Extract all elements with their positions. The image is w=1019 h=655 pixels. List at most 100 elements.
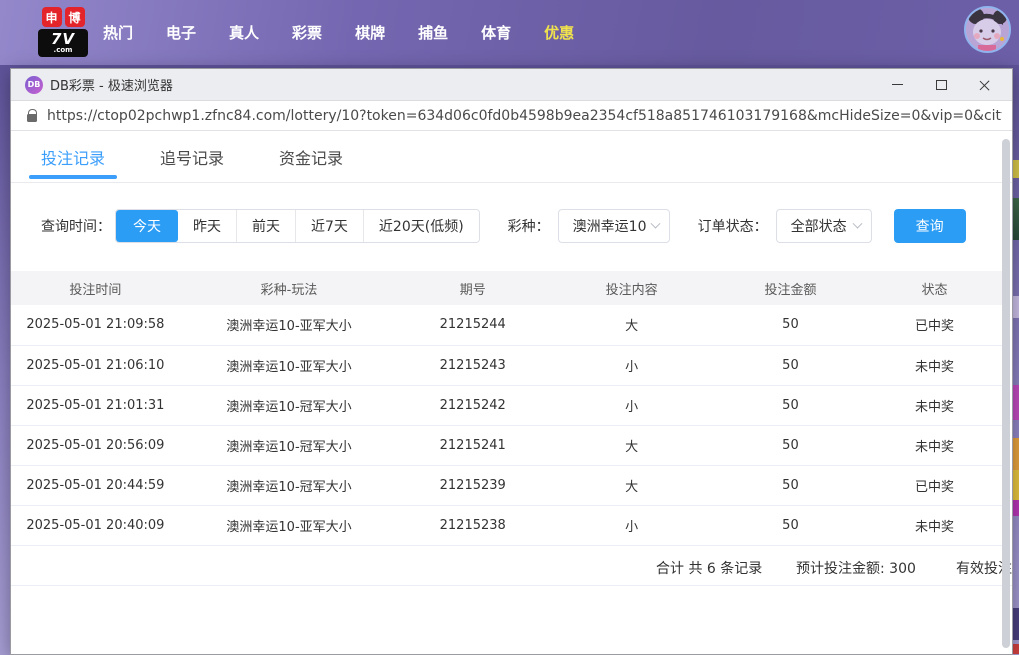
logo-brand-suffix: .com xyxy=(53,46,73,54)
address-bar[interactable]: https://ctop02pchwp1.zfnc84.com/lottery/… xyxy=(11,101,1012,131)
minimize-icon xyxy=(891,84,903,85)
col-bet-time: 投注时间 xyxy=(11,271,180,305)
lock-icon xyxy=(27,108,37,122)
amount-cell: 50 xyxy=(715,305,865,346)
backdrop-sliver xyxy=(1013,160,1019,178)
table-row: 2025-05-01 20:56:09 澳洲幸运10-冠军大小 21215241… xyxy=(11,425,1004,466)
chevron-down-icon xyxy=(650,218,661,229)
site-top-nav: 申 博 7V .com 热门 电子 真人 彩票 棋牌 捕鱼 体育 优惠 xyxy=(0,0,1019,65)
amount-cell: 50 xyxy=(715,505,865,546)
table-row: 2025-05-01 20:44:59 澳洲幸运10-冠军大小 21215239… xyxy=(11,465,1004,506)
time-option-7days[interactable]: 近7天 xyxy=(295,210,363,242)
db-favicon-icon: DB xyxy=(25,75,43,94)
col-status: 状态 xyxy=(864,271,1004,305)
nav-item-sports[interactable]: 体育 xyxy=(481,22,511,43)
tab-bet-records[interactable]: 投注记录 xyxy=(28,131,118,182)
bet-time-cell: 2025-05-01 20:44:59 xyxy=(11,465,180,506)
play-type-cell: 澳洲幸运10-亚军大小 xyxy=(179,345,399,386)
backdrop-sliver xyxy=(1013,385,1019,420)
content-cell: 小 xyxy=(547,345,716,386)
nav-item-cards[interactable]: 棋牌 xyxy=(355,22,385,43)
user-avatar[interactable] xyxy=(964,6,1011,53)
browser-window: DB DB彩票 - 极速浏览器 https://ctop02pchwp1.zfn… xyxy=(10,68,1013,655)
vertical-scrollbar[interactable] xyxy=(1002,139,1010,648)
bet-records-table: 投注时间 彩种-玩法 期号 投注内容 投注金额 状态 2025-05-01 21… xyxy=(11,271,1004,546)
logo-brand: 7V xyxy=(50,30,76,48)
play-type-cell: 澳洲幸运10-亚军大小 xyxy=(179,305,399,346)
col-amount: 投注金额 xyxy=(715,271,865,305)
backdrop-sliver xyxy=(1013,198,1019,240)
time-option-20days[interactable]: 近20天(低频) xyxy=(362,210,479,242)
tab-fund-records[interactable]: 资金记录 xyxy=(279,131,343,182)
amount-cell: 50 xyxy=(715,425,865,466)
amount-cell: 50 xyxy=(715,465,865,506)
filter-bar: 查询时间： 今天 昨天 前天 近7天 近20天(低频) 彩种： 澳洲幸运10 订… xyxy=(11,209,1012,243)
time-filter-label: 查询时间： xyxy=(41,219,111,235)
maximize-button[interactable] xyxy=(934,78,948,92)
site-nav-items: 热门 电子 真人 彩票 棋牌 捕鱼 体育 优惠 xyxy=(103,0,574,65)
amount-cell: 50 xyxy=(715,345,865,386)
chevron-down-icon xyxy=(852,218,863,229)
play-type-cell: 澳洲幸运10-亚军大小 xyxy=(179,505,399,546)
url-text[interactable]: https://ctop02pchwp1.zfnc84.com/lottery/… xyxy=(47,108,1002,124)
logo-brand-box: 7V .com xyxy=(38,29,88,57)
status-cell: 未中奖 xyxy=(864,425,1004,466)
play-type-cell: 澳洲幸运10-冠军大小 xyxy=(179,465,399,506)
site-logo[interactable]: 申 博 7V .com xyxy=(38,7,88,57)
issue-cell: 21215238 xyxy=(398,505,548,546)
time-option-day-before[interactable]: 前天 xyxy=(236,210,295,242)
time-option-today[interactable]: 今天 xyxy=(116,210,178,242)
time-option-yesterday[interactable]: 昨天 xyxy=(178,210,236,242)
status-cell: 未中奖 xyxy=(864,345,1004,386)
backdrop-sliver xyxy=(1013,644,1019,654)
minimize-button[interactable] xyxy=(890,78,904,92)
backdrop-sliver xyxy=(1013,296,1019,318)
backdrop-sliver xyxy=(1013,500,1019,516)
backdrop-sliver xyxy=(1013,438,1019,470)
lottery-filter-label: 彩种： xyxy=(507,219,550,235)
issue-cell: 21215241 xyxy=(398,425,548,466)
content-cell: 小 xyxy=(547,385,716,426)
nav-item-fishing[interactable]: 捕鱼 xyxy=(418,22,448,43)
backdrop-sliver xyxy=(1013,608,1019,640)
table-row: 2025-05-01 21:06:10 澳洲幸运10-亚军大小 21215243… xyxy=(11,345,1004,386)
nav-item-promo[interactable]: 优惠 xyxy=(544,22,574,43)
table-row: 2025-05-01 20:40:09 澳洲幸运10-亚军大小 21215238… xyxy=(11,505,1004,546)
backdrop-sliver xyxy=(1013,470,1019,500)
status-cell: 未中奖 xyxy=(864,385,1004,426)
bet-time-cell: 2025-05-01 21:06:10 xyxy=(11,345,180,386)
summary-total: 合计 共 6 条记录 xyxy=(656,560,763,577)
nav-item-slots[interactable]: 电子 xyxy=(166,22,196,43)
close-button[interactable] xyxy=(978,78,992,92)
order-status-value: 全部状态 xyxy=(790,219,847,235)
logo-square-2: 博 xyxy=(64,7,85,27)
play-type-cell: 澳洲幸运10-冠军大小 xyxy=(179,385,399,426)
col-play-type: 彩种-玩法 xyxy=(179,271,399,305)
tab-chase-records[interactable]: 追号记录 xyxy=(160,131,224,182)
table-row: 2025-05-01 21:01:31 澳洲幸运10-冠军大小 21215242… xyxy=(11,385,1004,426)
col-content: 投注内容 xyxy=(547,271,716,305)
window-titlebar[interactable]: DB DB彩票 - 极速浏览器 xyxy=(11,69,1012,101)
time-range-group: 今天 昨天 前天 近7天 近20天(低频) xyxy=(115,209,480,243)
content-cell: 大 xyxy=(547,425,716,466)
table-row: 2025-05-01 21:09:58 澳洲幸运10-亚军大小 21215244… xyxy=(11,305,1004,346)
status-cell: 已中奖 xyxy=(864,305,1004,346)
issue-cell: 21215242 xyxy=(398,385,548,426)
bet-time-cell: 2025-05-01 21:01:31 xyxy=(11,385,180,426)
content-cell: 大 xyxy=(547,305,716,346)
order-status-label: 订单状态： xyxy=(697,219,768,235)
close-icon xyxy=(979,79,991,91)
order-status-select[interactable]: 全部状态 xyxy=(775,209,872,243)
window-title: DB彩票 - 极速浏览器 xyxy=(50,79,173,94)
lottery-select[interactable]: 澳洲幸运10 xyxy=(557,209,670,243)
search-button[interactable]: 查询 xyxy=(893,209,966,243)
nav-item-live[interactable]: 真人 xyxy=(229,22,259,43)
summary-expected-amount: 预计投注金额: 300 xyxy=(796,560,916,577)
status-cell: 已中奖 xyxy=(864,465,1004,506)
record-tabs: 投注记录 追号记录 资金记录 xyxy=(11,131,1012,183)
content-cell: 小 xyxy=(547,505,716,546)
nav-item-hot[interactable]: 热门 xyxy=(103,22,133,43)
logo-square-1: 申 xyxy=(41,7,62,27)
nav-item-lottery[interactable]: 彩票 xyxy=(292,22,322,43)
maximize-icon xyxy=(935,79,947,90)
